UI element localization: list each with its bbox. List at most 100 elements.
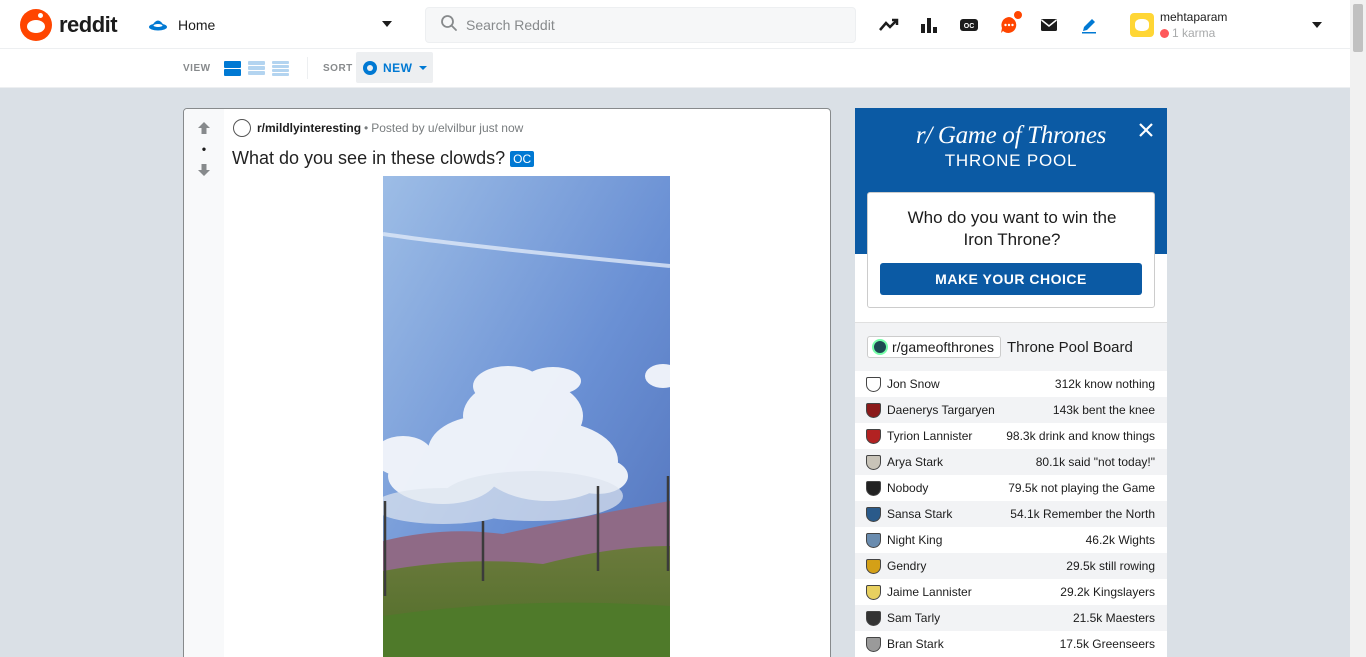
downvote-icon[interactable] bbox=[197, 163, 211, 177]
feed-dropdown[interactable]: Home bbox=[148, 12, 398, 38]
sort-label: SORT bbox=[323, 63, 353, 74]
notification-badge bbox=[1012, 9, 1024, 21]
caret-down-icon bbox=[418, 65, 427, 70]
post-meta: r/mildlyinteresting • Posted by u/elvilb… bbox=[233, 119, 523, 137]
chevron-down-icon bbox=[382, 21, 392, 27]
candidate-stat: 29.2k Kingslayers bbox=[1060, 585, 1155, 599]
list-item[interactable]: Jaime Lannister 29.2k Kingslayers bbox=[855, 579, 1167, 605]
home-icon bbox=[148, 15, 168, 35]
board-header: r/gameofthrones Throne Pool Board bbox=[855, 322, 1167, 371]
close-icon[interactable] bbox=[1137, 121, 1155, 139]
candidate-stat: 46.2k Wights bbox=[1085, 533, 1155, 547]
search-icon bbox=[440, 14, 458, 37]
list-item[interactable]: Arya Stark 80.1k said "not today!" bbox=[855, 449, 1167, 475]
house-sigil-icon bbox=[866, 506, 881, 522]
meta-separator: • bbox=[364, 121, 369, 135]
board-subreddit: r/gameofthrones bbox=[892, 339, 994, 355]
list-item[interactable]: Jon Snow 312k know nothing bbox=[855, 371, 1167, 397]
feed-label: Home bbox=[178, 17, 216, 33]
house-sigil-icon bbox=[866, 584, 881, 600]
post-image[interactable] bbox=[383, 176, 670, 657]
sort-dropdown[interactable]: NEW bbox=[356, 52, 433, 83]
throne-pool-widget: r/ Game of Thrones THRONE POOL Who do yo… bbox=[855, 108, 1167, 657]
stats-icon[interactable] bbox=[918, 14, 940, 36]
list-item[interactable]: Bran Stark 17.5k Greenseers bbox=[855, 631, 1167, 657]
got-brand-title: r/ Game of Thrones bbox=[915, 122, 1107, 149]
candidate-stat: 79.5k not playing the Game bbox=[1008, 481, 1155, 495]
new-icon bbox=[363, 60, 377, 75]
candidate-name: Tyrion Lannister bbox=[887, 429, 973, 443]
candidate-stat: 21.5k Maesters bbox=[1072, 611, 1155, 625]
candidate-name: Jon Snow bbox=[887, 377, 940, 391]
candidate-list: Jon Snow 312k know nothing Daenerys Targar… bbox=[855, 371, 1167, 657]
divider bbox=[307, 57, 308, 79]
house-sigil-icon bbox=[866, 610, 881, 626]
chevron-down-icon bbox=[1312, 22, 1322, 28]
list-item[interactable]: Daenerys Targaryen 143k bent the knee bbox=[855, 397, 1167, 423]
house-sigil-icon bbox=[866, 402, 881, 418]
candidate-name: Gendry bbox=[887, 559, 927, 573]
subreddit-icon bbox=[233, 119, 251, 137]
candidate-stat: 312k know nothing bbox=[1054, 377, 1155, 391]
svg-text:OC: OC bbox=[964, 23, 975, 30]
compact-view-icon[interactable] bbox=[272, 60, 289, 76]
house-sigil-icon bbox=[866, 532, 881, 548]
list-item[interactable]: Sam Tarly 21.5k Maesters bbox=[855, 605, 1167, 631]
sort-value: NEW bbox=[383, 60, 413, 75]
post-card[interactable]: • r/mildlyinteresting • Posted by u/elvi… bbox=[183, 108, 831, 657]
house-sigil-icon bbox=[866, 480, 881, 496]
board-title: Throne Pool Board bbox=[1006, 338, 1133, 356]
post-title[interactable]: What do you see in these clowds? bbox=[232, 148, 505, 169]
subreddit-link[interactable]: r/mildlyinteresting bbox=[257, 121, 361, 135]
posted-by[interactable]: Posted by u/elvilbur just now bbox=[371, 121, 523, 135]
vote-prompt-card: Who do you want to win the Iron Throne? … bbox=[867, 192, 1155, 308]
search-bar[interactable] bbox=[425, 7, 856, 43]
list-item[interactable]: Sansa Stark 54.1k Remember the North bbox=[855, 501, 1167, 527]
candidate-name: Nobody bbox=[887, 481, 929, 495]
post-title-row[interactable]: What do you see in these clowds? OC bbox=[232, 148, 535, 169]
house-sigil-icon bbox=[866, 428, 881, 444]
house-sigil-icon bbox=[866, 636, 881, 652]
classic-view-icon[interactable] bbox=[248, 60, 265, 76]
snoo-icon bbox=[20, 9, 52, 41]
upvote-icon[interactable] bbox=[197, 121, 211, 135]
candidate-name: Jaime Lannister bbox=[887, 585, 972, 599]
list-item[interactable]: Tyrion Lannister 98.3k drink and know thi… bbox=[855, 423, 1167, 449]
vote-column: • bbox=[184, 109, 224, 657]
mail-icon[interactable] bbox=[1038, 14, 1060, 36]
candidate-name: Daenerys Targaryen bbox=[887, 403, 995, 417]
pencil-icon[interactable] bbox=[1078, 14, 1100, 36]
top-header: reddit Home OC bbox=[0, 0, 1350, 49]
flair-badge: OC bbox=[510, 150, 535, 167]
list-item[interactable]: Nobody 79.5k not playing the Game bbox=[855, 475, 1167, 501]
username: mehtaparam bbox=[1160, 10, 1228, 24]
house-sigil-icon bbox=[866, 558, 881, 574]
reddit-logo[interactable]: reddit bbox=[20, 9, 118, 41]
sort-bar: VIEW SORT NEW bbox=[0, 49, 1350, 88]
candidate-name: Sansa Stark bbox=[887, 507, 953, 521]
house-sigil-icon bbox=[866, 454, 881, 470]
house-sigil-icon bbox=[866, 376, 881, 392]
popular-icon[interactable] bbox=[878, 14, 900, 36]
candidate-stat: 29.5k still rowing bbox=[1066, 559, 1155, 573]
user-menu[interactable]: mehtaparam 1 karma bbox=[1130, 8, 1330, 42]
chat-icon[interactable] bbox=[998, 9, 1024, 36]
list-item[interactable]: Gendry 29.5k still rowing bbox=[855, 553, 1167, 579]
scrollbar-thumb[interactable] bbox=[1353, 4, 1363, 52]
candidate-stat: 98.3k drink and know things bbox=[1006, 429, 1155, 443]
karma-count: 1 karma bbox=[1172, 26, 1216, 40]
candidate-stat: 17.5k Greenseers bbox=[1059, 637, 1155, 651]
subreddit-chip[interactable]: r/gameofthrones bbox=[867, 336, 1001, 358]
vote-count: • bbox=[201, 142, 207, 156]
avatar bbox=[1130, 13, 1154, 37]
candidate-stat: 143k bent the knee bbox=[1052, 403, 1155, 417]
got-brand-subtitle: THRONE POOL bbox=[944, 151, 1078, 170]
coins-icon[interactable]: OC bbox=[958, 14, 980, 36]
view-label: VIEW bbox=[183, 63, 211, 74]
make-choice-button[interactable]: MAKE YOUR CHOICE bbox=[880, 263, 1142, 295]
list-item[interactable]: Night King 46.2k Wights bbox=[855, 527, 1167, 553]
scrollbar[interactable] bbox=[1350, 0, 1366, 657]
header-actions: OC bbox=[878, 9, 1118, 36]
card-view-icon[interactable] bbox=[224, 60, 241, 76]
search-input[interactable] bbox=[466, 17, 826, 33]
